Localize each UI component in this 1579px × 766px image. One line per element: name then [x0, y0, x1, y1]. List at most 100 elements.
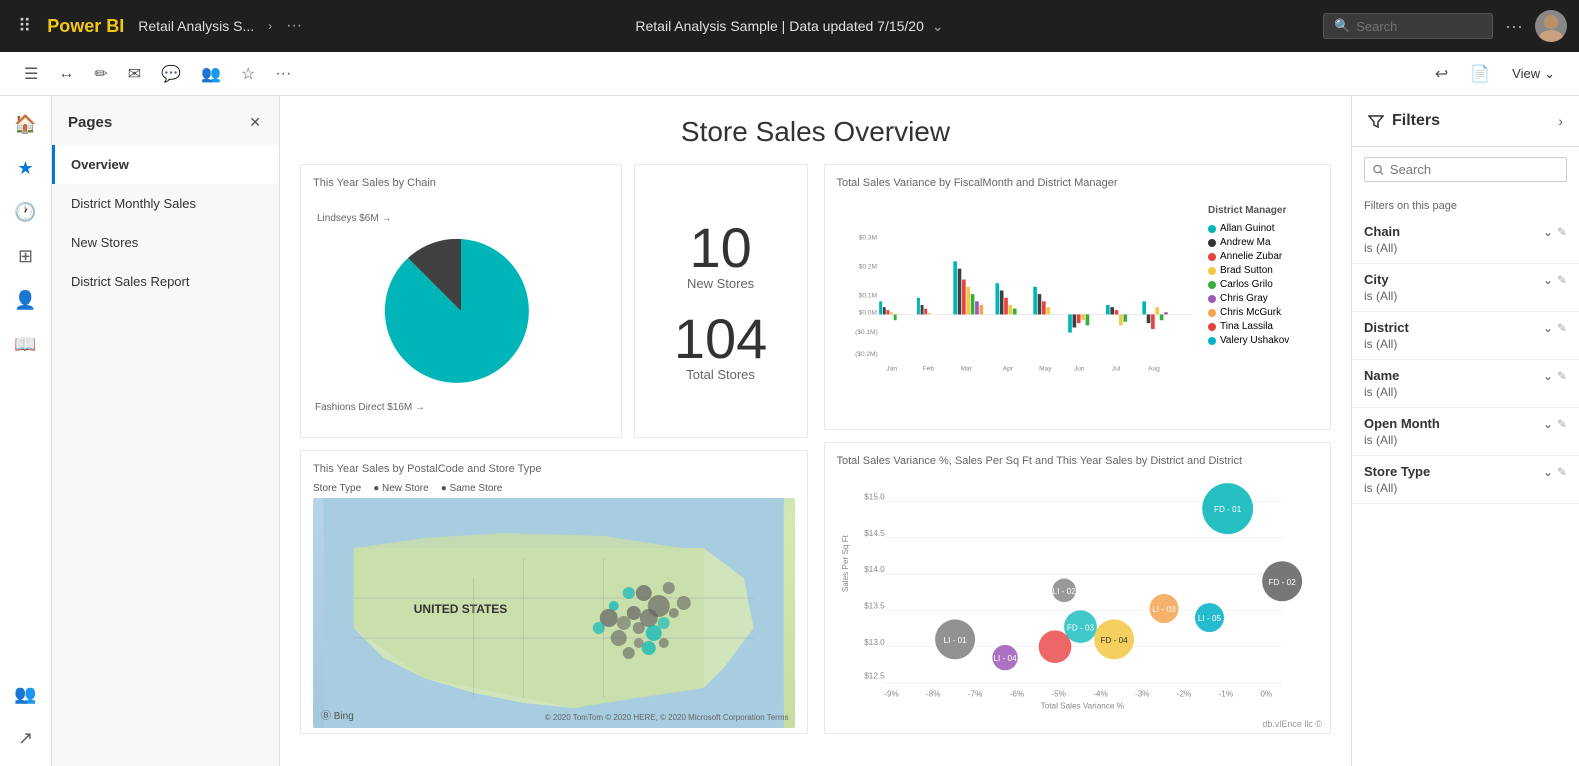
filter-open-month-edit[interactable]: ✎	[1557, 417, 1567, 431]
map-visual[interactable]: UNITED STATES	[313, 498, 795, 728]
filter-store-type-edit[interactable]: ✎	[1557, 465, 1567, 479]
email-icon[interactable]: ✉	[120, 58, 149, 90]
map-svg: UNITED STATES	[313, 498, 795, 728]
filters-section-label: Filters on this page	[1352, 192, 1579, 216]
svg-text:Sales Per Sq Ft: Sales Per Sq Ft	[840, 534, 849, 592]
filter-icon	[1368, 113, 1384, 129]
view-button[interactable]: View ⌄	[1504, 62, 1563, 86]
filter-chain-edit[interactable]: ✎	[1557, 225, 1567, 239]
filter-chain-chevron[interactable]: ⌄	[1543, 225, 1553, 239]
page-item-district-monthly[interactable]: District Monthly Sales	[52, 184, 279, 223]
filters-header: Filters ›	[1352, 96, 1579, 147]
topbar-search-input[interactable]	[1356, 19, 1476, 34]
map-legend-new: New Store	[382, 483, 429, 494]
filter-district-chevron[interactable]: ⌄	[1543, 321, 1553, 335]
page-item-overview[interactable]: Overview	[52, 145, 279, 184]
report-ellipsis[interactable]: ···	[286, 17, 302, 35]
svg-text:-1%: -1%	[1218, 689, 1233, 698]
sidebar-workspaces-icon[interactable]: 👥	[6, 674, 46, 714]
view-chevron-icon: ⌄	[1544, 66, 1555, 82]
svg-text:Jun: Jun	[1074, 365, 1085, 372]
svg-text:$13.0: $13.0	[864, 638, 885, 647]
undo-icon[interactable]: ↩	[1427, 58, 1456, 90]
bing-logo: Ⓑ Bing	[321, 707, 354, 722]
group-icon[interactable]: 👥	[193, 58, 229, 90]
page-item-new-stores[interactable]: New Stores	[52, 223, 279, 262]
filter-item-open-month: Open Month ⌄ ✎ is (All)	[1352, 408, 1579, 456]
edit-icon[interactable]: ✏	[86, 58, 115, 90]
bubble-x-label: Total Sales Variance %	[1040, 701, 1123, 709]
filter-store-type-name: Store Type	[1364, 464, 1430, 479]
filter-chain-header: Chain ⌄ ✎	[1364, 224, 1567, 239]
user-avatar[interactable]	[1535, 10, 1567, 42]
toolbar: ☰ ↔ ✏ ✉ 💬 👥 ☆ ··· ↩ 📄 View ⌄	[0, 52, 1579, 96]
reading-icon[interactable]: 📄	[1462, 58, 1498, 90]
topbar-search-box[interactable]: 🔍	[1323, 13, 1493, 39]
filter-store-type-chevron[interactable]: ⌄	[1543, 465, 1553, 479]
svg-text:Aug: Aug	[1148, 365, 1160, 372]
center-chevron-icon[interactable]: ⌄	[932, 18, 944, 35]
sidebar-apps-icon[interactable]: ⊞	[6, 236, 46, 276]
menu-icon[interactable]: ☰	[16, 58, 46, 90]
bubble-red[interactable]	[1038, 630, 1071, 663]
filter-city-chevron[interactable]: ⌄	[1543, 273, 1553, 287]
filter-store-type-actions: ⌄ ✎	[1543, 465, 1567, 479]
svg-text:($0.1M): ($0.1M)	[855, 329, 878, 336]
pages-close-button[interactable]: ✕	[247, 112, 263, 133]
filter-open-month-name: Open Month	[1364, 416, 1440, 431]
svg-text:-7%: -7%	[967, 689, 982, 698]
sidebar-people-icon[interactable]: 👤	[6, 280, 46, 320]
pie-label-lindseys: Lindseys $6M →	[317, 213, 391, 224]
filter-name-chevron[interactable]: ⌄	[1543, 369, 1553, 383]
page-label-district-monthly: District Monthly Sales	[71, 196, 196, 211]
db-attribution: db.vlEnce llc ©	[1262, 719, 1322, 729]
filter-district-edit[interactable]: ✎	[1557, 321, 1567, 335]
filter-city-edit[interactable]: ✎	[1557, 273, 1567, 287]
filter-open-month-chevron[interactable]: ⌄	[1543, 417, 1553, 431]
filter-city-header: City ⌄ ✎	[1364, 272, 1567, 287]
legend-item-5: Chris Gray	[1208, 293, 1318, 304]
svg-text:Apr: Apr	[1002, 365, 1013, 372]
legend-item-6: Chris McGurk	[1208, 307, 1318, 318]
bar-chart-svg[interactable]: $0.3M $0.2M $0.1M $0.0M ($0.1M) ($0.2M)	[837, 197, 1201, 406]
sidebar-recent-icon[interactable]: 🕐	[6, 192, 46, 232]
filters-search-input[interactable]	[1390, 162, 1558, 177]
breadcrumb-chevron: ›	[268, 19, 272, 33]
filters-panel: Filters › Filters on this page Chain ⌄ ✎…	[1351, 96, 1579, 766]
sidebar-learn-icon[interactable]: 📖	[6, 324, 46, 364]
kpi-total-stores-value: 104	[674, 311, 767, 367]
svg-text:LI - 03: LI - 03	[1152, 605, 1176, 614]
filters-expand-icon[interactable]: ›	[1558, 113, 1563, 129]
filter-name-edit[interactable]: ✎	[1557, 369, 1567, 383]
svg-text:FD - 04: FD - 04	[1100, 636, 1128, 645]
bar-chart-legend: District Manager Allan Guinot Andrew Ma …	[1208, 197, 1318, 417]
waffle-icon[interactable]: ⠿	[12, 10, 37, 43]
comment-icon[interactable]: 💬	[153, 58, 189, 90]
topbar-more-button[interactable]: ···	[1505, 16, 1523, 37]
sidebar-bookmark-icon[interactable]: ★	[6, 148, 46, 188]
sidebar-external-icon[interactable]: ↗	[6, 718, 46, 758]
bubble-chart-svg[interactable]: $15.0 $14.5 $14.0 $13.5 $13.0 $12.5 -9% …	[837, 475, 1319, 709]
filter-item-name: Name ⌄ ✎ is (All)	[1352, 360, 1579, 408]
filter-item-chain: Chain ⌄ ✎ is (All)	[1352, 216, 1579, 264]
svg-text:$0.1M: $0.1M	[858, 293, 876, 300]
svg-text:-4%: -4%	[1093, 689, 1108, 698]
bookmark-icon[interactable]: ☆	[233, 58, 263, 90]
filter-open-month-header: Open Month ⌄ ✎	[1364, 416, 1567, 431]
back-icon[interactable]: ↔	[50, 59, 82, 89]
svg-text:Mar: Mar	[960, 365, 972, 372]
filter-chain-actions: ⌄ ✎	[1543, 225, 1567, 239]
filters-search-box[interactable]	[1364, 157, 1567, 182]
topbar-right: 🔍 ···	[1323, 10, 1567, 42]
pie-chart-svg[interactable]	[381, 231, 541, 391]
toolbar-ellipsis[interactable]: ···	[267, 59, 299, 89]
map-country-label: UNITED STATES	[414, 602, 508, 616]
pie-chart-container: This Year Sales by Chain Lindseys $6M → …	[300, 164, 622, 438]
legend-item-8: Valery Ushakov	[1208, 335, 1318, 346]
filter-item-district: District ⌄ ✎ is (All)	[1352, 312, 1579, 360]
page-item-district-sales[interactable]: District Sales Report	[52, 262, 279, 301]
filter-chain-value: is (All)	[1364, 239, 1567, 255]
sidebar-home-icon[interactable]: 🏠	[6, 104, 46, 144]
svg-text:FD - 01: FD - 01	[1214, 505, 1242, 514]
svg-text:Jan: Jan	[886, 365, 897, 372]
